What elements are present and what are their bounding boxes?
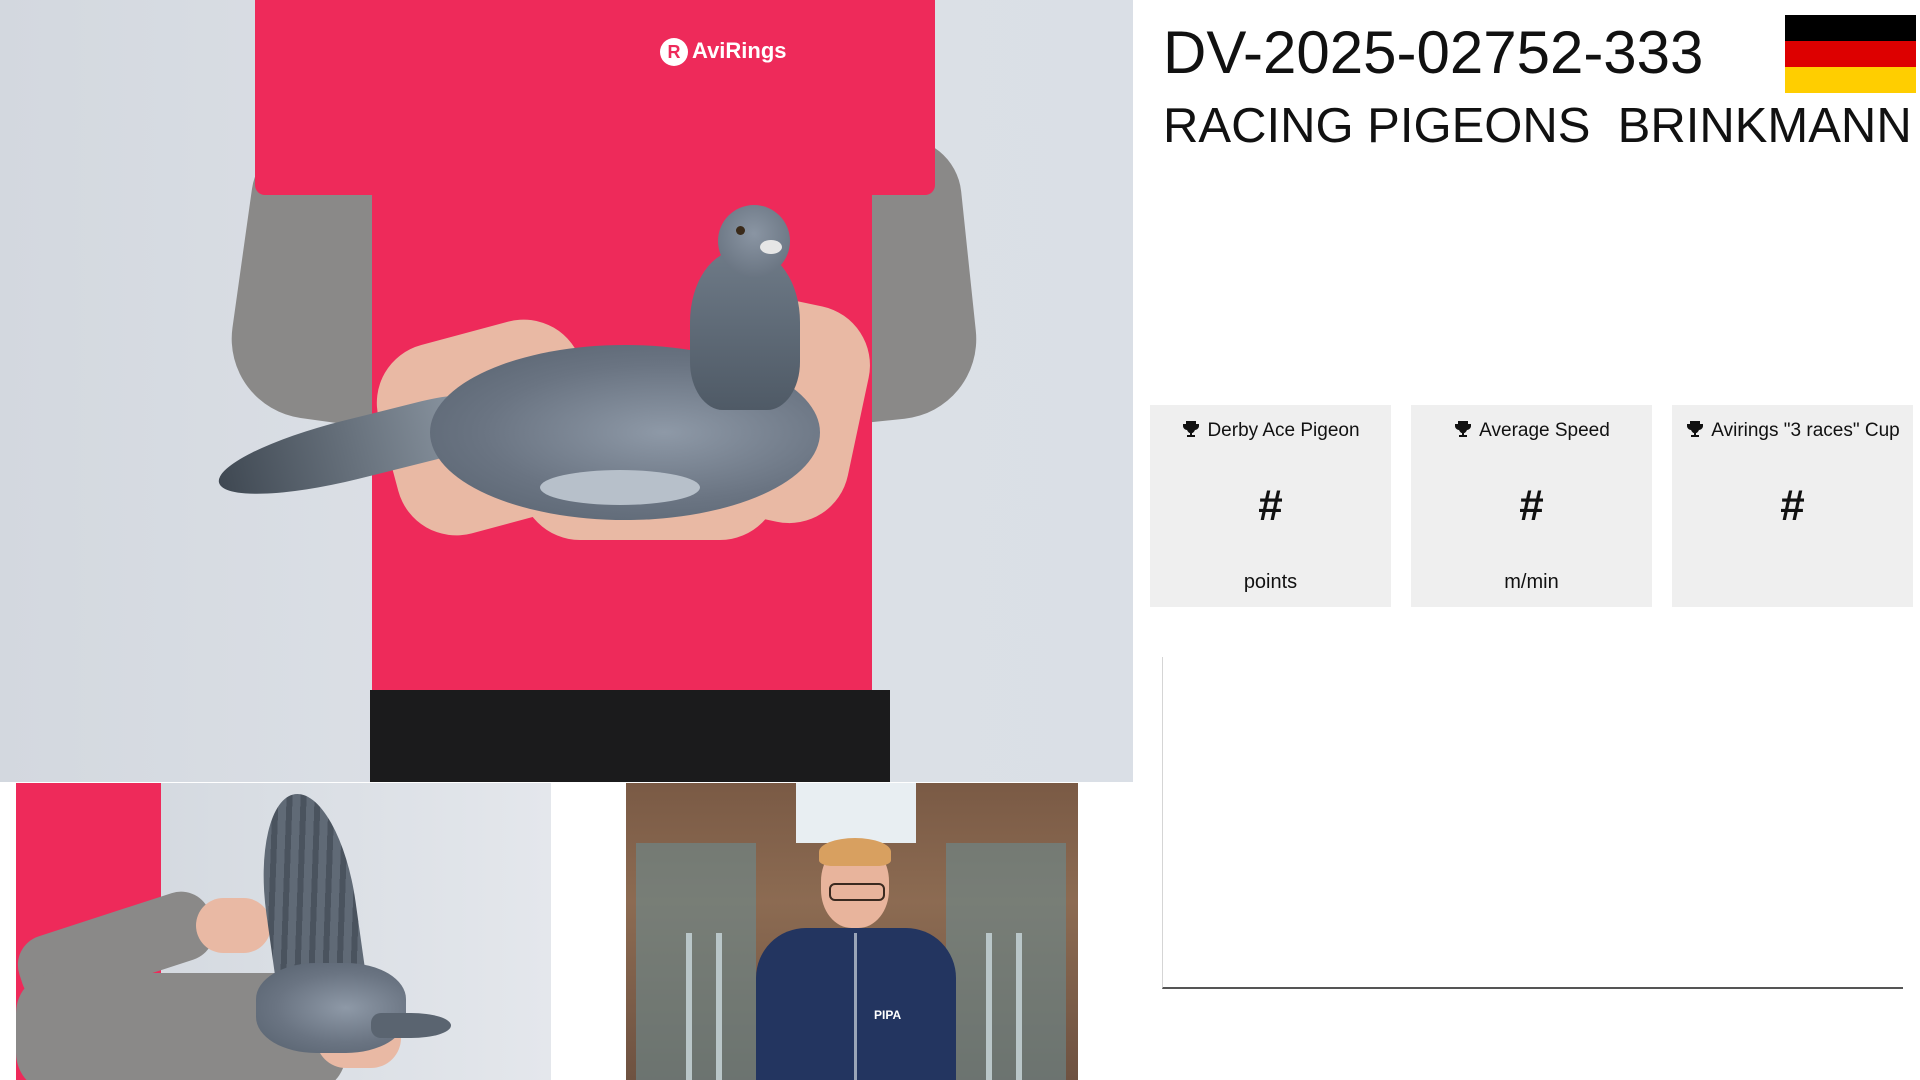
- stat-card-average-speed: Average Speed # m/min: [1411, 405, 1652, 607]
- main-pigeon-photo: R AviRings: [0, 0, 1133, 782]
- stat-value: #: [1780, 481, 1805, 530]
- stat-unit: m/min: [1504, 571, 1559, 593]
- pipa-jacket-logo: PIPA: [874, 1008, 902, 1022]
- ring-number-title: DV-2025-02752-333: [1163, 19, 1704, 86]
- stat-value: #: [1258, 481, 1283, 530]
- germany-flag-icon: [1785, 15, 1916, 93]
- stat-card-derby-ace: Derby Ace Pigeon # points: [1150, 405, 1391, 607]
- owner-name: RACING PIGEONS BRINKMANN: [1163, 99, 1912, 153]
- stat-title-label: Average Speed: [1479, 420, 1610, 441]
- breeder-portrait-photo: PIPA: [626, 783, 1078, 1080]
- stat-card-3-races-cup: Avirings "3 races" Cup #: [1672, 405, 1913, 607]
- trophy-icon: [1455, 421, 1472, 437]
- trophy-icon: [1687, 421, 1704, 437]
- stat-unit: points: [1243, 571, 1298, 593]
- info-panel: [1162, 657, 1903, 989]
- stat-title-label: Avirings "3 races" Cup: [1711, 420, 1900, 441]
- trophy-icon: [1183, 421, 1200, 437]
- avirings-shirt-logo: R AviRings: [660, 38, 787, 67]
- stat-title-label: Derby Ace Pigeon: [1207, 420, 1360, 441]
- pigeon-wing-photo: [16, 783, 551, 1080]
- stat-value: #: [1519, 481, 1544, 530]
